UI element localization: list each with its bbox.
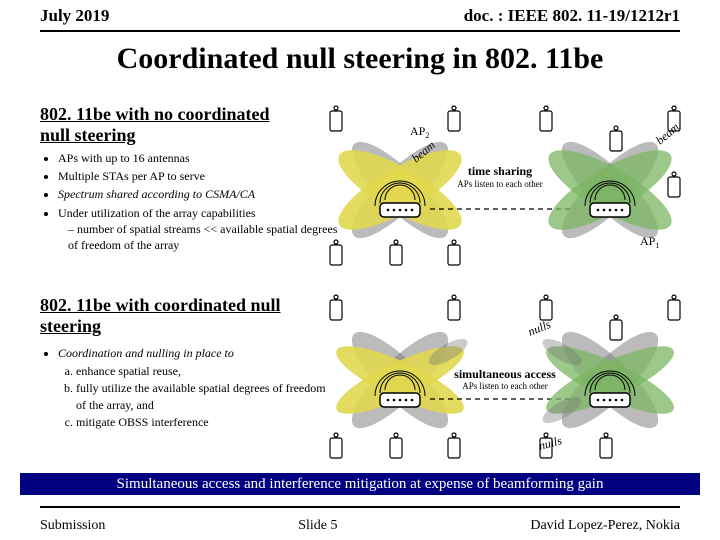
section2-bullets: Coordination and nulling in place to enh… <box>40 345 338 432</box>
section1-b3: Spectrum shared according to CSMA/CA <box>58 186 338 202</box>
ap2-label: AP2 <box>410 124 429 140</box>
header-rule <box>40 30 680 32</box>
section1-b4: Under utilization of the array capabilit… <box>58 205 338 254</box>
section2-b1c: mitigate OBSS interference <box>76 414 338 430</box>
section2-b1a: enhance spatial reuse, <box>76 363 338 379</box>
time-sharing-note: APs listen to each other <box>457 179 542 189</box>
footer-right: David Lopez-Perez, Nokia <box>530 518 680 534</box>
nulls-label-bottom: nulls <box>537 433 563 453</box>
page-title: Coordinated null steering in 802. 11be <box>0 42 720 76</box>
simul-label: simultaneous access <box>454 367 556 381</box>
section1-bullets: APs with up to 16 antennas Multiple STAs… <box>40 150 338 255</box>
simul-note: APs listen to each other <box>462 381 547 391</box>
section2-heading: 802. 11be with coordinated null steering <box>40 295 300 336</box>
header-date: July 2019 <box>40 6 109 26</box>
summary-text: Simultaneous access and interference mit… <box>117 476 604 493</box>
footer-center: Slide 5 <box>298 518 337 534</box>
section1-b2: Multiple STAs per AP to serve <box>58 168 338 184</box>
ap2b-cluster <box>329 320 471 440</box>
summary-band: Simultaneous access and interference mit… <box>20 473 700 495</box>
ap1-label: AP1 <box>640 234 659 250</box>
ap2-cluster <box>328 130 471 250</box>
section1-b1: APs with up to 16 antennas <box>58 150 338 166</box>
time-sharing-label: time sharing <box>468 164 532 178</box>
section2-b1b: fully utilize the available spatial degr… <box>76 380 338 412</box>
section2-b1: Coordination and nulling in place to enh… <box>58 345 338 430</box>
section1-b4a: – number of spatial streams << available… <box>68 221 338 253</box>
footer-left: Submission <box>40 518 105 534</box>
footer-rule <box>40 506 680 508</box>
header-doc: doc. : IEEE 802. 11-19/1212r1 <box>464 6 680 26</box>
section1-heading: 802. 11be with no coordinated null steer… <box>40 104 300 145</box>
diagram-bottom: simultaneous access APs listen to each o… <box>300 290 700 470</box>
diagram-top: AP2 beam time sharing APs listen to each… <box>300 95 700 275</box>
